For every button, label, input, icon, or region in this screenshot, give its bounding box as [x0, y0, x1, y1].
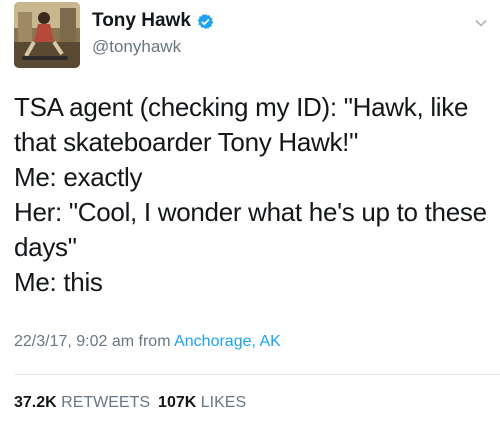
retweets-label: RETWEETS [61, 394, 151, 411]
handle[interactable]: @tonyhawk [92, 37, 181, 57]
location-link[interactable]: Anchorage, AK [174, 333, 281, 350]
divider [14, 374, 500, 375]
tweet-text: TSA agent (checking my ID): "Hawk, like … [14, 92, 487, 297]
name-row: Tony Hawk [92, 10, 214, 32]
avatar[interactable] [14, 2, 80, 68]
retweets-count: 37.2K [14, 394, 57, 411]
verified-badge-icon [197, 13, 214, 30]
likes-stat[interactable]: 107K LIKES [158, 394, 246, 411]
likes-label: LIKES [200, 394, 247, 411]
tweet-stats: 37.2K RETWEETS 107K LIKES [14, 394, 246, 412]
display-name[interactable]: Tony Hawk [92, 10, 191, 32]
tweet-meta: 22/3/17, 9:02 am from Anchorage, AK [14, 333, 281, 351]
timestamp[interactable]: 22/3/17, 9:02 am from [14, 333, 174, 350]
tweet-header: Tony Hawk @tonyhawk [14, 2, 490, 74]
likes-count: 107K [158, 394, 197, 411]
chevron-down-icon[interactable] [474, 16, 488, 30]
retweets-stat[interactable]: 37.2K RETWEETS [14, 394, 150, 411]
